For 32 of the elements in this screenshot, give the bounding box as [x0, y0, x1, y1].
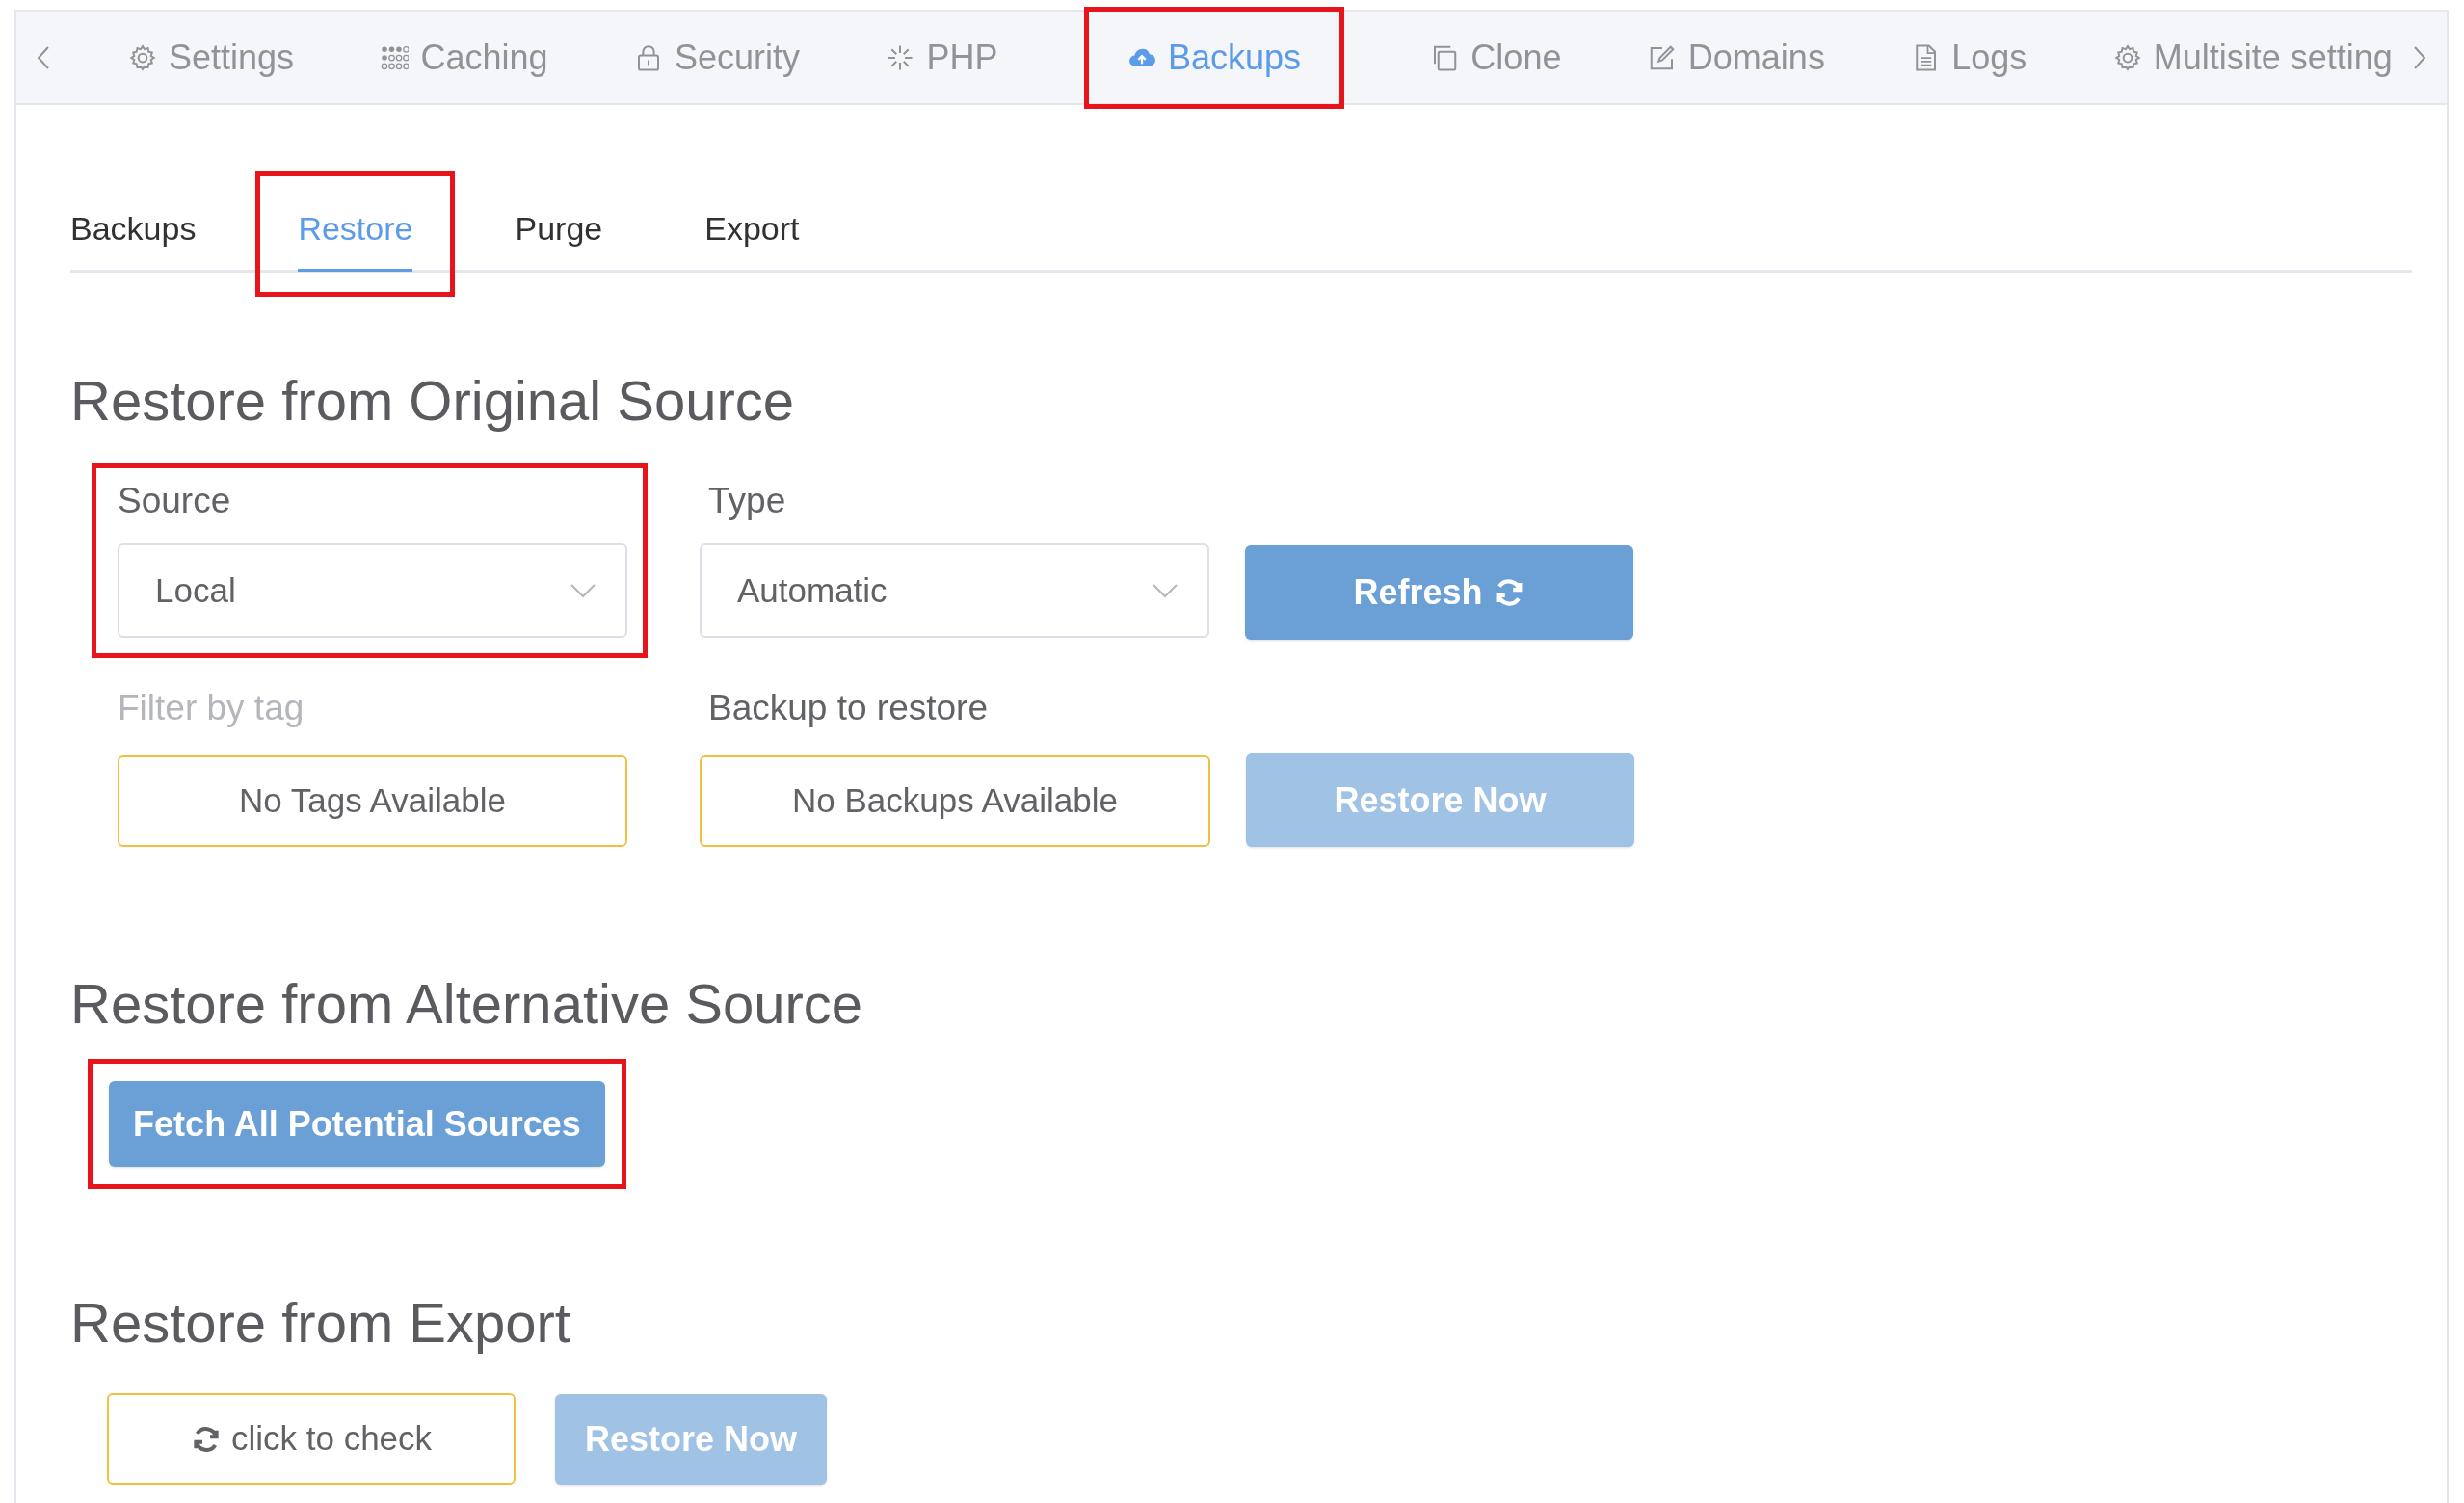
field-label: Source [118, 480, 232, 522]
section-heading: Restore from Original Source [70, 368, 796, 434]
select-field[interactable]: Local [118, 543, 627, 638]
sub-tab[interactable]: Export [704, 209, 800, 272]
select-field[interactable]: Automatic [700, 543, 1209, 638]
chevron-down-icon [1152, 583, 1179, 598]
top-tab[interactable]: Multisite setting [2112, 31, 2393, 84]
chevron-down-icon [570, 583, 596, 598]
top-tab[interactable]: Caching [380, 31, 548, 84]
top-tab[interactable]: Domains [1647, 31, 1825, 84]
chevron-right-icon[interactable] [2412, 44, 2427, 70]
top-tab[interactable]: Clone [1430, 31, 1562, 84]
button[interactable]: Fetch All Potential Sources [109, 1081, 605, 1167]
field-label: Filter by tag [118, 687, 305, 729]
top-tab[interactable]: Backups [1126, 31, 1301, 84]
chevron-left-icon[interactable] [36, 44, 51, 70]
top-tab[interactable]: Security [634, 31, 801, 84]
backup-select-field[interactable]: No Backups Available [700, 755, 1210, 847]
top-tab[interactable]: Settings [128, 31, 295, 84]
button[interactable]: Refresh [1245, 545, 1633, 640]
sub-tab[interactable]: Backups [70, 209, 197, 272]
gear-icon [128, 42, 157, 72]
field-label: Type [707, 480, 787, 522]
sub-tab[interactable]: Restore [298, 209, 413, 272]
field-label: Backup to restore [707, 687, 989, 729]
check-button[interactable]: click to check [107, 1393, 516, 1485]
section-heading: Restore from Alternative Source [70, 971, 864, 1037]
top-tab[interactable]: PHP [886, 31, 998, 84]
section-heading: Restore from Export [70, 1290, 571, 1356]
gear-icon [2112, 42, 2142, 72]
sub-tab[interactable]: Purge [515, 209, 603, 272]
top-tab[interactable]: Logs [1911, 31, 2027, 84]
